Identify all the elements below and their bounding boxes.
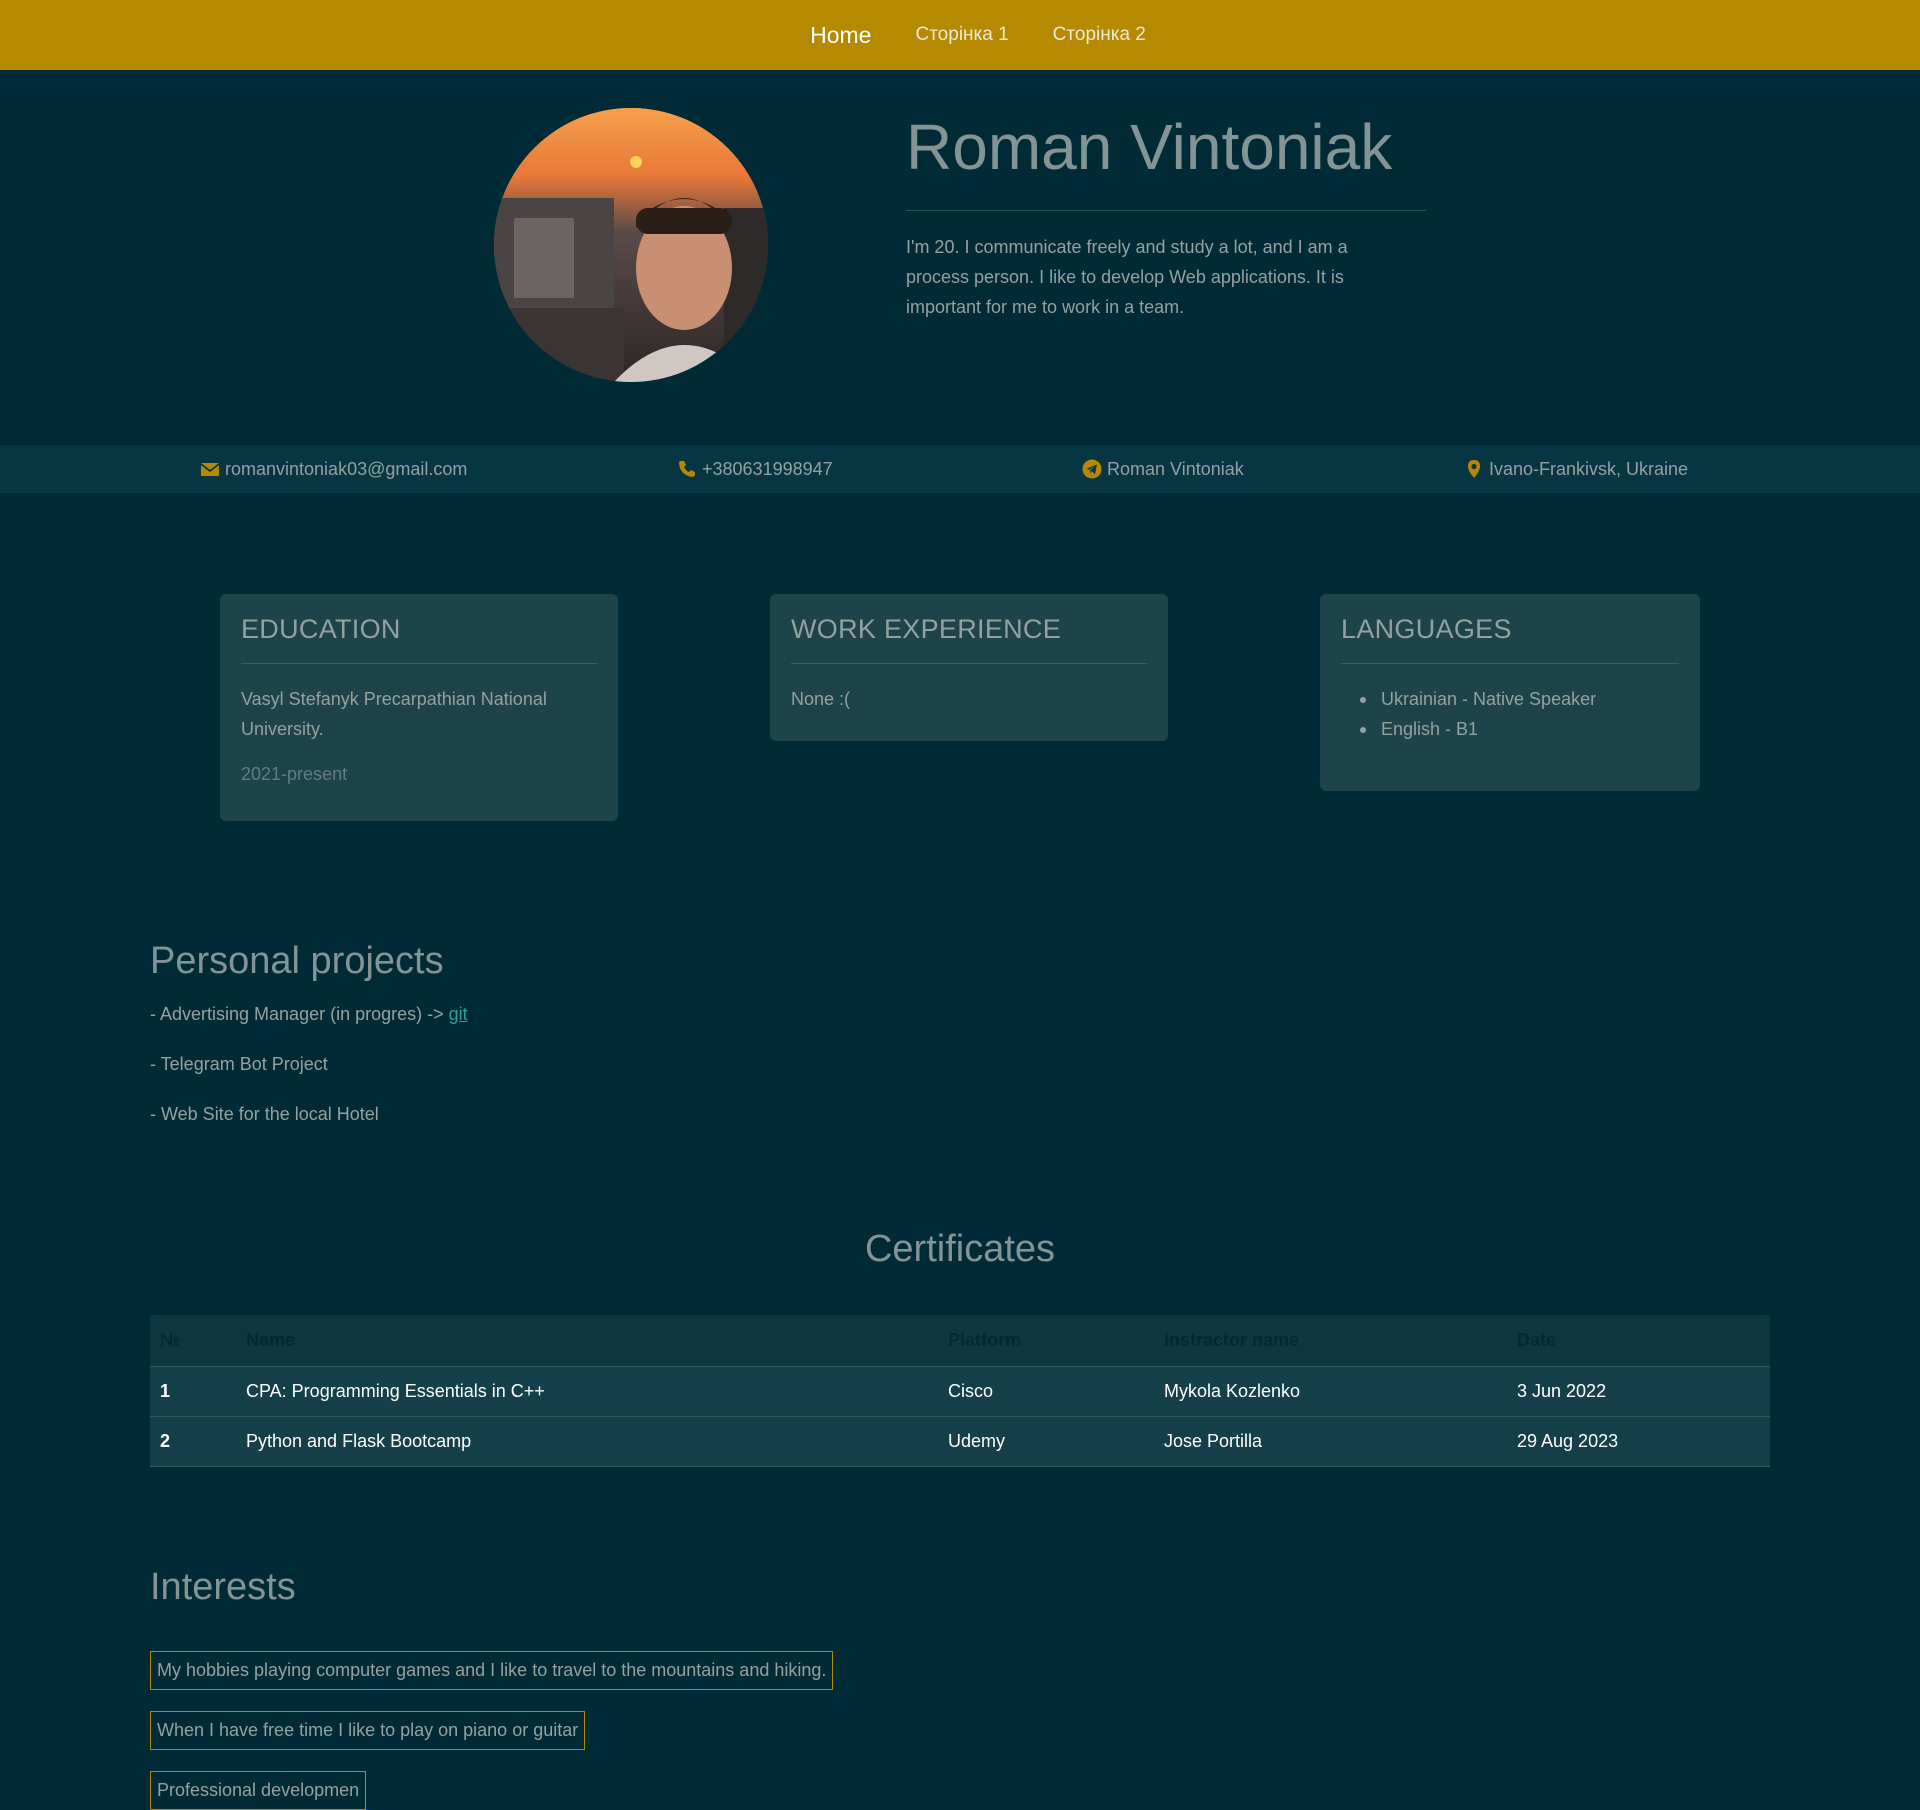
- location-text: Ivano-Frankivsk, Ukraine: [1489, 458, 1689, 479]
- table-cell: 2: [150, 1415, 236, 1467]
- telegram-icon: [1082, 459, 1102, 479]
- table-row: 1 CPA: Programming Essentials in C++ Cis…: [150, 1365, 1770, 1416]
- certificates-table: № Name Platform Instractor name Date 1 C…: [150, 1315, 1770, 1467]
- interest-item: Professional developmen: [150, 1771, 367, 1810]
- contact-location: Ivano-Frankivsk, Ukraine: [1464, 445, 1688, 493]
- column-header: Platform: [938, 1315, 1154, 1366]
- email-text: romanvintoniak03@gmail.com: [225, 458, 468, 479]
- table-cell: 29 Aug 2023: [1507, 1415, 1770, 1467]
- project-item: - Advertising Manager (in progres) -> gi…: [150, 1004, 468, 1025]
- table-cell: 1: [150, 1365, 236, 1416]
- table-cell: 3 Jun 2022: [1507, 1365, 1770, 1416]
- map-pin-icon: [1468, 460, 1480, 478]
- profile-bio: I'm 20. I communicate freely and study a…: [906, 237, 1348, 317]
- projects-title: Personal projects: [150, 940, 444, 982]
- project-item: - Web Site for the local Hotel: [150, 1104, 379, 1124]
- work-text: None :(: [791, 689, 851, 709]
- education-card: EDUCATION Vasyl Stefanyk Precarpathian N…: [220, 594, 618, 821]
- education-title: EDUCATION: [241, 614, 401, 644]
- top-navbar: Home Сторінка 1 Сторінка 2: [0, 0, 1920, 70]
- nav-page-1[interactable]: Сторінка 1: [915, 24, 1008, 46]
- contact-email[interactable]: romanvintoniak03@gmail.com: [200, 445, 467, 493]
- envelope-icon: [200, 463, 220, 476]
- table-header-row: № Name Platform Instractor name Date: [150, 1315, 1770, 1366]
- contact-telegram[interactable]: Roman Vintoniak: [1082, 445, 1244, 493]
- contact-bar: romanvintoniak03@gmail.com +380631998947…: [0, 445, 1920, 493]
- project-item: - Telegram Bot Project: [150, 1054, 328, 1074]
- phone-text: +380631998947: [702, 458, 833, 479]
- profile-photo: [494, 108, 768, 382]
- list-item: Ukrainian - Native Speaker: [1341, 684, 1679, 714]
- table-cell: Python and Flask Bootcamp: [236, 1415, 938, 1467]
- languages-list: Ukrainian - Native Speaker English - B1: [1341, 684, 1679, 744]
- divider: [906, 210, 1426, 211]
- column-header: Date: [1507, 1315, 1770, 1366]
- table-row: 2 Python and Flask Bootcamp Udemy Jose P…: [150, 1415, 1770, 1467]
- work-experience-card: WORK EXPERIENCE None :(: [770, 594, 1168, 741]
- divider: [1341, 663, 1679, 664]
- languages-title: LANGUAGES: [1341, 614, 1512, 644]
- table-cell: CPA: Programming Essentials in C++: [236, 1365, 938, 1416]
- table-cell: Cisco: [938, 1365, 1154, 1416]
- interests-title: Interests: [150, 1566, 296, 1608]
- table-cell: Mykola Kozlenko: [1154, 1365, 1507, 1416]
- interest-item: When I have free time I like to play on …: [150, 1711, 586, 1750]
- education-university: Vasyl Stefanyk Precarpathian National Un…: [241, 689, 547, 739]
- education-years: 2021-present: [241, 764, 348, 784]
- nav-page-2[interactable]: Сторінка 2: [1053, 24, 1146, 46]
- project-text: - Advertising Manager (in progres) ->: [150, 1004, 449, 1024]
- git-link[interactable]: git: [449, 1004, 468, 1024]
- table-cell: Jose Portilla: [1154, 1415, 1507, 1467]
- languages-card: LANGUAGES Ukrainian - Native Speaker Eng…: [1320, 594, 1700, 791]
- column-header: Name: [236, 1315, 938, 1366]
- divider: [241, 663, 597, 664]
- work-title: WORK EXPERIENCE: [791, 614, 1062, 644]
- contact-phone[interactable]: +380631998947: [677, 445, 833, 493]
- certificates-title: Certificates: [864, 1228, 1056, 1270]
- interest-item: My hobbies playing computer games and I …: [150, 1651, 834, 1690]
- column-header: №: [150, 1315, 236, 1366]
- profile-name: Roman Vintoniak: [906, 111, 1393, 183]
- table-cell: Udemy: [938, 1415, 1154, 1467]
- list-item: English - B1: [1341, 714, 1679, 744]
- phone-icon: [679, 461, 695, 477]
- nav-home[interactable]: Home: [810, 22, 871, 49]
- divider: [791, 663, 1147, 664]
- telegram-text: Roman Vintoniak: [1107, 458, 1244, 479]
- column-header: Instractor name: [1154, 1315, 1507, 1366]
